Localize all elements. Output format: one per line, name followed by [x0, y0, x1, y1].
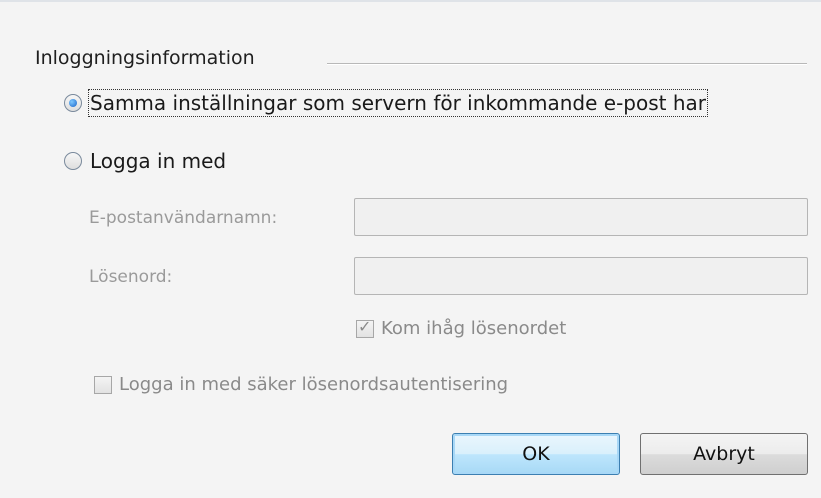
remember-password-checkbox[interactable]: ✓ Kom ihåg lösenordet [356, 317, 566, 339]
radio-login-with-label[interactable]: Logga in med [90, 149, 226, 173]
radio-unselected-icon[interactable] [64, 152, 82, 170]
group-divider [327, 63, 807, 65]
radio-same-settings-label[interactable]: Samma inställningar som servern för inko… [88, 89, 708, 117]
password-input[interactable] [354, 257, 808, 295]
radio-same-settings[interactable]: Samma inställningar som servern för inko… [64, 89, 708, 117]
password-label: Lösenord: [89, 267, 173, 287]
radio-login-with[interactable]: Logga in med [64, 149, 226, 173]
spa-checkbox[interactable]: Logga in med säker lösenordsautentiserin… [94, 374, 508, 395]
group-title: Inloggningsinformation [35, 47, 255, 69]
dialog: Inloggningsinformation Samma inställning… [0, 0, 821, 498]
spa-label[interactable]: Logga in med säker lösenordsautentiserin… [119, 374, 508, 395]
username-input[interactable] [354, 198, 808, 236]
ok-button[interactable]: OK [452, 433, 620, 475]
username-label: E-postanvändarnamn: [89, 208, 278, 228]
remember-password-label[interactable]: Kom ihåg lösenordet [381, 318, 566, 339]
cancel-button[interactable]: Avbryt [640, 433, 808, 475]
radio-selected-icon[interactable] [64, 94, 82, 112]
checkbox-checked-icon[interactable]: ✓ [356, 317, 374, 338]
checkbox-unchecked-icon[interactable] [94, 375, 112, 394]
